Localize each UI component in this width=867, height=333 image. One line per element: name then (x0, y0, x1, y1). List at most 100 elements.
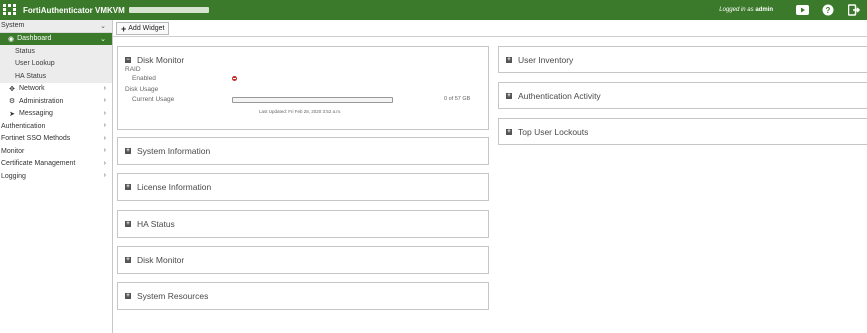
sidebar-item-label: System (1, 22, 25, 30)
video-play-icon[interactable] (795, 3, 809, 17)
usage-text: 0 of 57 GB (444, 96, 471, 102)
collapse-icon[interactable]: − (125, 57, 131, 63)
sidebar-item-logging[interactable]: Logging › (0, 170, 112, 183)
sidebar-item-messaging[interactable]: ➤ Messaging › (0, 108, 112, 121)
sidebar-item-user-lookup[interactable]: User Lookup (0, 57, 112, 70)
sidebar-item-dashboard[interactable]: ◉ Dashboard ⌄ (0, 32, 112, 45)
expand-icon[interactable]: + (125, 184, 131, 190)
sidebar-item-label: Messaging (19, 110, 53, 118)
top-header-bar: FortiAuthenticator VMKVM Logged in as ad… (0, 0, 867, 20)
widget-top-user-lockouts: + Top User Lockouts (498, 118, 867, 145)
sidebar-item-label: Monitor (1, 147, 25, 155)
widget-header[interactable]: + HA Status (125, 219, 175, 229)
sidebar-item-label: User Lookup (15, 60, 55, 68)
widget-disk-monitor-expanded: − Disk Monitor RAID Enabled Disk Usage C… (117, 46, 489, 130)
widget-disk-monitor: + Disk Monitor (117, 246, 489, 274)
chevron-down-icon: ⌄ (100, 23, 106, 30)
sidebar-item-label: Network (19, 85, 45, 93)
widget-header[interactable]: + System Information (125, 146, 210, 156)
sidebar-item-status[interactable]: Status (0, 45, 112, 58)
widget-header[interactable]: + Top User Lockouts (506, 127, 588, 137)
expand-icon[interactable]: + (506, 93, 512, 99)
sidebar-item-label: HA Status (15, 72, 47, 80)
network-icon: ✥ (9, 85, 15, 93)
sidebar-item-administration[interactable]: ⚙ Administration › (0, 95, 112, 108)
disk-usage-progress-bar (232, 97, 393, 103)
sidebar-item-fortinet-sso-methods[interactable]: Fortinet SSO Methods › (0, 133, 112, 146)
sidebar-item-authentication[interactable]: Authentication › (0, 120, 112, 133)
chevron-right-icon: › (103, 159, 106, 167)
widget-title: Disk Monitor (137, 255, 185, 265)
sidebar-item-label: Dashboard (17, 35, 52, 43)
widget-system-information: + System Information (117, 137, 489, 165)
widget-header[interactable]: + Authentication Activity (506, 91, 601, 101)
widget-header[interactable]: + License Information (125, 182, 211, 192)
logged-in-status: Logged in as admin (719, 7, 773, 13)
current-usage-label: Current Usage (132, 96, 175, 103)
sidebar-item-monitor[interactable]: Monitor › (0, 145, 112, 158)
last-updated-text: Last Updated: Fri Feb 28, 2020 3:52 a.m. (259, 109, 342, 114)
plus-icon: + (121, 23, 127, 34)
expand-icon[interactable]: + (506, 57, 512, 63)
sidebar-item-certificate-management[interactable]: Certificate Management › (0, 158, 112, 171)
widget-title: System Resources (137, 291, 209, 301)
fortinet-logo-icon (3, 4, 17, 16)
widget-title: System Information (137, 146, 211, 156)
widget-title: Disk Monitor (137, 55, 185, 65)
chevron-right-icon: › (103, 122, 106, 129)
chevron-right-icon: › (103, 84, 106, 92)
enabled-label: Enabled (132, 75, 156, 82)
logout-icon[interactable] (847, 3, 861, 17)
add-widget-label: Add Widget (128, 25, 165, 32)
logged-in-prefix: Logged in as (719, 7, 754, 13)
logged-in-username: admin (755, 7, 773, 13)
expand-icon[interactable]: + (125, 221, 131, 227)
widget-title: Top User Lockouts (518, 127, 589, 137)
widget-user-inventory: + User Inventory (498, 46, 867, 73)
raid-label: RAID (125, 66, 141, 73)
sidebar-item-network[interactable]: ✥ Network › (0, 83, 112, 96)
chevron-right-icon: › (103, 172, 106, 179)
widget-header[interactable]: + System Resources (125, 291, 208, 301)
widget-title: User Inventory (518, 55, 574, 65)
sidebar-item-label: Logging (1, 172, 26, 180)
dashboard-icon: ◉ (8, 35, 15, 43)
widget-header[interactable]: + User Inventory (506, 55, 573, 65)
sidebar-item-ha-status[interactable]: HA Status (0, 70, 112, 83)
chevron-right-icon: › (103, 97, 106, 104)
send-icon: ➤ (9, 110, 15, 118)
widget-system-resources: + System Resources (117, 282, 489, 310)
sidebar: System ⌄ ◉ Dashboard ⌄ Status User Looku… (0, 20, 113, 333)
sidebar-item-system[interactable]: System ⌄ (0, 20, 112, 33)
sidebar-item-label: Fortinet SSO Methods (1, 135, 71, 143)
chevron-down-icon: ⌄ (100, 35, 106, 43)
widget-header[interactable]: − Disk Monitor (125, 55, 184, 65)
app-title: FortiAuthenticator VMKVM (23, 5, 125, 15)
sidebar-item-label: Status (15, 47, 35, 55)
sidebar-item-label: Administration (19, 97, 64, 105)
chevron-right-icon: › (103, 109, 106, 117)
chevron-right-icon: › (103, 147, 106, 154)
widget-ha-status: + HA Status (117, 210, 489, 238)
sidebar-item-label: Certificate Management (1, 160, 76, 168)
widget-title: License Information (137, 182, 212, 192)
chevron-right-icon: › (103, 134, 106, 142)
add-widget-button[interactable]: + Add Widget (116, 22, 170, 35)
expand-icon[interactable]: + (125, 293, 131, 299)
sidebar-item-label: Authentication (1, 122, 46, 130)
disk-usage-label: Disk Usage (125, 86, 159, 93)
widget-title: Authentication Activity (518, 91, 601, 101)
widget-license-information: + License Information (117, 173, 489, 201)
dashboard-toolbar: + Add Widget (113, 20, 867, 37)
widget-authentication-activity: + Authentication Activity (498, 82, 867, 109)
expand-icon[interactable]: + (125, 257, 131, 263)
expand-icon[interactable]: + (125, 148, 131, 154)
expand-icon[interactable]: + (506, 129, 512, 135)
svg-text:?: ? (826, 6, 831, 15)
widget-header[interactable]: + Disk Monitor (125, 255, 184, 265)
gear-icon: ⚙ (8, 98, 16, 106)
redacted-hostname (128, 7, 209, 13)
help-icon[interactable]: ? (821, 3, 835, 17)
disabled-status-icon (232, 76, 237, 81)
widget-title: HA Status (137, 219, 175, 229)
